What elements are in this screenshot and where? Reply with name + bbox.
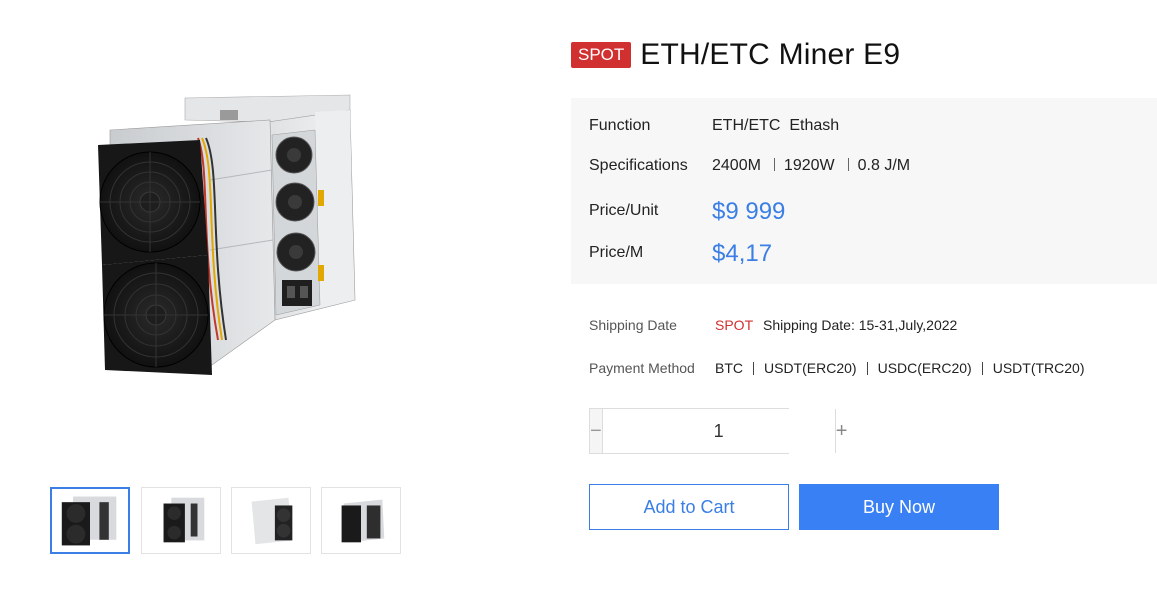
price-unit-label: Price/Unit xyxy=(589,202,659,219)
function-value: ETH/ETC Ethash xyxy=(712,117,840,134)
spec-power: 1920W xyxy=(783,157,835,174)
price-unit-value: $9 999 xyxy=(712,198,786,225)
payment-method-label: Payment Method xyxy=(589,360,695,376)
payment-usdt-trc20: USDT(TRC20) xyxy=(992,360,1085,376)
spec-divider xyxy=(847,158,849,171)
product-main-image xyxy=(50,40,400,440)
quantity-stepper: − + xyxy=(589,408,848,454)
shipping-date-text: Shipping Date: 15-31,July,2022 xyxy=(763,317,958,333)
function-label: Function xyxy=(589,117,651,134)
payment-divider xyxy=(753,361,754,375)
shipping-spot-tag: SPOT xyxy=(715,317,754,333)
specifications-label: Specifications xyxy=(589,157,688,174)
payment-divider xyxy=(866,361,868,375)
spot-badge: SPOT xyxy=(571,42,632,68)
payment-usdt-erc20: USDT(ERC20) xyxy=(764,360,857,376)
add-to-cart-button[interactable]: Add to Cart xyxy=(589,484,789,530)
quantity-input[interactable] xyxy=(601,409,836,453)
payment-divider xyxy=(981,361,983,375)
thumbnail-1[interactable] xyxy=(50,487,130,554)
shipping-date-label: Shipping Date xyxy=(589,317,677,333)
spec-divider xyxy=(773,158,775,171)
quantity-decrease-button[interactable]: − xyxy=(590,409,602,453)
spec-efficiency: 0.8 J/M xyxy=(857,157,911,174)
payment-usdc-erc20: USDC(ERC20) xyxy=(877,360,972,376)
product-title-row: SPOT ETH/ETC Miner E9 xyxy=(571,38,900,72)
spec-hashrate: 2400M xyxy=(712,157,761,174)
buy-now-button[interactable]: Buy Now xyxy=(799,484,999,530)
price-m-value: $4,17 xyxy=(712,240,773,267)
thumbnail-2[interactable] xyxy=(141,487,221,554)
product-title: ETH/ETC Miner E9 xyxy=(640,38,901,71)
quantity-increase-button[interactable]: + xyxy=(835,409,848,453)
specifications-values: 2400M 1920W 0.8 J/M xyxy=(712,157,910,175)
payment-btc: BTC xyxy=(715,360,743,376)
thumbnail-4[interactable] xyxy=(321,487,401,554)
spec-panel: Function ETH/ETC Ethash Specifications 2… xyxy=(571,98,1157,284)
payment-methods: BTC USDT(ERC20) USDC(ERC20) USDT(TRC20) xyxy=(715,360,1084,376)
thumbnail-3[interactable] xyxy=(231,487,311,554)
price-m-label: Price/M xyxy=(589,244,644,261)
